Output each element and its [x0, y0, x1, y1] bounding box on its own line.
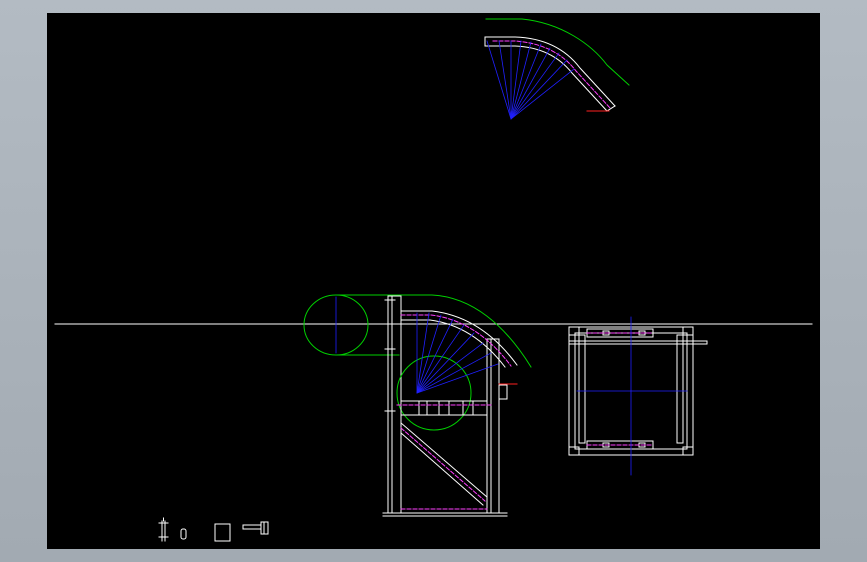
right-upright-post — [486, 338, 500, 514]
front-view-pipe-bender[interactable] — [303, 294, 532, 517]
tube-outer-edge — [484, 36, 616, 107]
detail-symbols — [158, 517, 269, 542]
plate-symbol — [214, 523, 231, 542]
frame-hidden-lines — [586, 332, 654, 446]
tube-end-cap — [606, 105, 616, 112]
clamp-block — [498, 384, 508, 400]
slot-symbol — [180, 528, 187, 540]
bend-radius-arc — [485, 18, 630, 86]
diagonal-brace-hidden — [400, 427, 486, 502]
base-plate — [382, 512, 508, 517]
front-tube-outer — [400, 310, 518, 366]
bend-radial-lines — [486, 40, 575, 120]
diagonal-brace — [400, 422, 488, 506]
application-frame — [0, 0, 867, 562]
drawing-viewport[interactable] — [47, 13, 820, 549]
cross-beam — [400, 400, 488, 416]
side-view-frame[interactable] — [568, 316, 708, 476]
bolt-symbol — [158, 517, 169, 542]
pin-symbol — [242, 521, 269, 535]
top-view-bent-tube[interactable] — [484, 18, 630, 120]
cad-drawing-canvas[interactable] — [47, 13, 820, 549]
die-radial-lines — [416, 312, 499, 394]
bending-die-circle — [396, 355, 472, 431]
